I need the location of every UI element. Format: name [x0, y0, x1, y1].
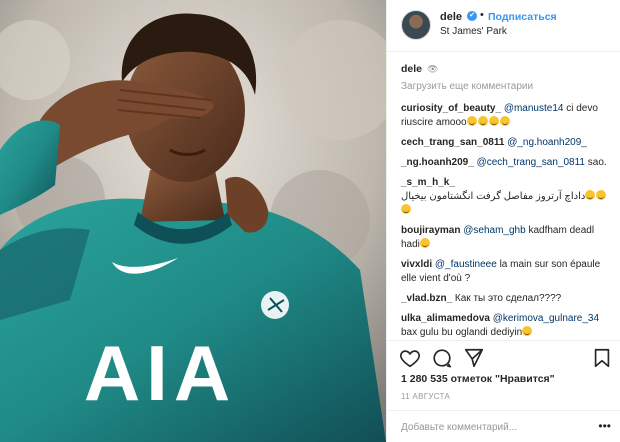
comment-text: Как ты это сделал????	[454, 293, 562, 304]
share-button[interactable]	[463, 347, 485, 369]
comment-text: sao.	[584, 157, 607, 168]
comment-username[interactable]: _s_m_h_k_	[401, 176, 613, 190]
avatar[interactable]	[401, 10, 431, 40]
comment-username[interactable]: _vlad.bzn_	[401, 293, 452, 304]
post-username[interactable]: dele	[440, 11, 462, 23]
add-comment-input[interactable]	[401, 418, 591, 436]
comment-mention[interactable]: @seham_ghb	[463, 225, 525, 236]
more-options-icon[interactable]: •••	[598, 420, 611, 432]
comment-item: vivxldi @_faustineee la main sur son épa…	[401, 258, 613, 286]
post-header: dele ✔ • Подписаться St James' Park	[387, 0, 620, 52]
share-icon	[464, 348, 484, 368]
heart-icon	[400, 350, 420, 368]
comment-item: boujirayman @seham_ghb kadfham deadl had…	[401, 224, 613, 252]
comment-username[interactable]: curiosity_of_beauty_	[401, 103, 501, 114]
emoji-icon	[419, 238, 430, 248]
emoji-icon	[585, 190, 596, 200]
comment-mention[interactable]: @cech_trang_san_0811	[477, 157, 585, 168]
emoji-icon	[488, 116, 499, 126]
load-more-comments-button[interactable]: Загрузить еще комментарии	[401, 80, 613, 94]
comment-mention[interactable]: @manuste14	[504, 103, 564, 114]
comment-item: _vlad.bzn_ Как ты это сделал????	[401, 292, 613, 306]
comment-username[interactable]: _ng.hoanh209_	[401, 157, 474, 168]
comment-item: _s_m_h_k_ داداچ آرتروز مفاصل گرفت انگشتا…	[401, 176, 613, 218]
action-bar	[387, 340, 620, 376]
eye-icon: 👁	[426, 64, 439, 74]
comment-mention[interactable]: @_ng.hoanh209_	[507, 137, 587, 148]
caption: dele 👁	[401, 62, 613, 76]
header-separator: •	[480, 9, 484, 21]
emoji-icon	[466, 116, 477, 126]
comment-item: cech_trang_san_0811 @_ng.hoanh209_	[401, 136, 613, 150]
like-button[interactable]	[399, 347, 421, 369]
comment-item: _ng.hoanh209_ @cech_trang_san_0811 sao.	[401, 156, 613, 170]
player-illustration: AIA	[0, 0, 386, 442]
jersey-sponsor-text: AIA	[84, 329, 236, 417]
comment-text: bax gulu bu oglandi dediyin	[401, 327, 523, 338]
add-comment-bar: •••	[387, 410, 620, 442]
post-date[interactable]: 11 августа	[401, 392, 450, 401]
comment-button[interactable]	[431, 347, 453, 369]
comment-items: curiosity_of_beauty_ @manuste14 ci devo …	[401, 102, 613, 344]
location-link[interactable]: St James' Park	[440, 26, 507, 37]
comment-item: curiosity_of_beauty_ @manuste14 ci devo …	[401, 102, 613, 130]
save-button[interactable]	[591, 347, 613, 369]
comments-list[interactable]: dele 👁 Загрузить еще комментарии curiosi…	[401, 62, 613, 344]
comment-username[interactable]: cech_trang_san_0811	[401, 137, 504, 148]
comment-icon	[433, 349, 452, 368]
likes-count[interactable]: 1 280 535 отметок "Нравится"	[401, 373, 555, 385]
emoji-icon	[596, 190, 607, 200]
comment-username[interactable]: vivxldi	[401, 259, 432, 270]
bookmark-icon	[594, 348, 610, 368]
comment-item: ulka_alimamedova @kerimova_gulnare_34 ba…	[401, 312, 613, 340]
post-photo[interactable]: AIA	[0, 0, 386, 442]
post-panel: dele ✔ • Подписаться St James' Park dele…	[386, 0, 620, 442]
emoji-icon	[477, 116, 488, 126]
follow-button[interactable]: Подписаться	[488, 11, 557, 23]
emoji-icon	[499, 116, 510, 126]
comment-mention[interactable]: @_faustineee	[435, 259, 497, 270]
verified-icon: ✔	[467, 11, 477, 21]
comment-text: داداچ آرتروز مفاصل گرفت انگشتامون بیخیال	[401, 191, 586, 202]
comment-username[interactable]: ulka_alimamedova	[401, 313, 490, 324]
emoji-icon	[522, 326, 533, 336]
caption-username[interactable]: dele	[401, 63, 422, 75]
comment-username[interactable]: boujirayman	[401, 225, 460, 236]
emoji-icon	[401, 204, 411, 214]
comment-mention[interactable]: @kerimova_gulnare_34	[493, 313, 599, 324]
